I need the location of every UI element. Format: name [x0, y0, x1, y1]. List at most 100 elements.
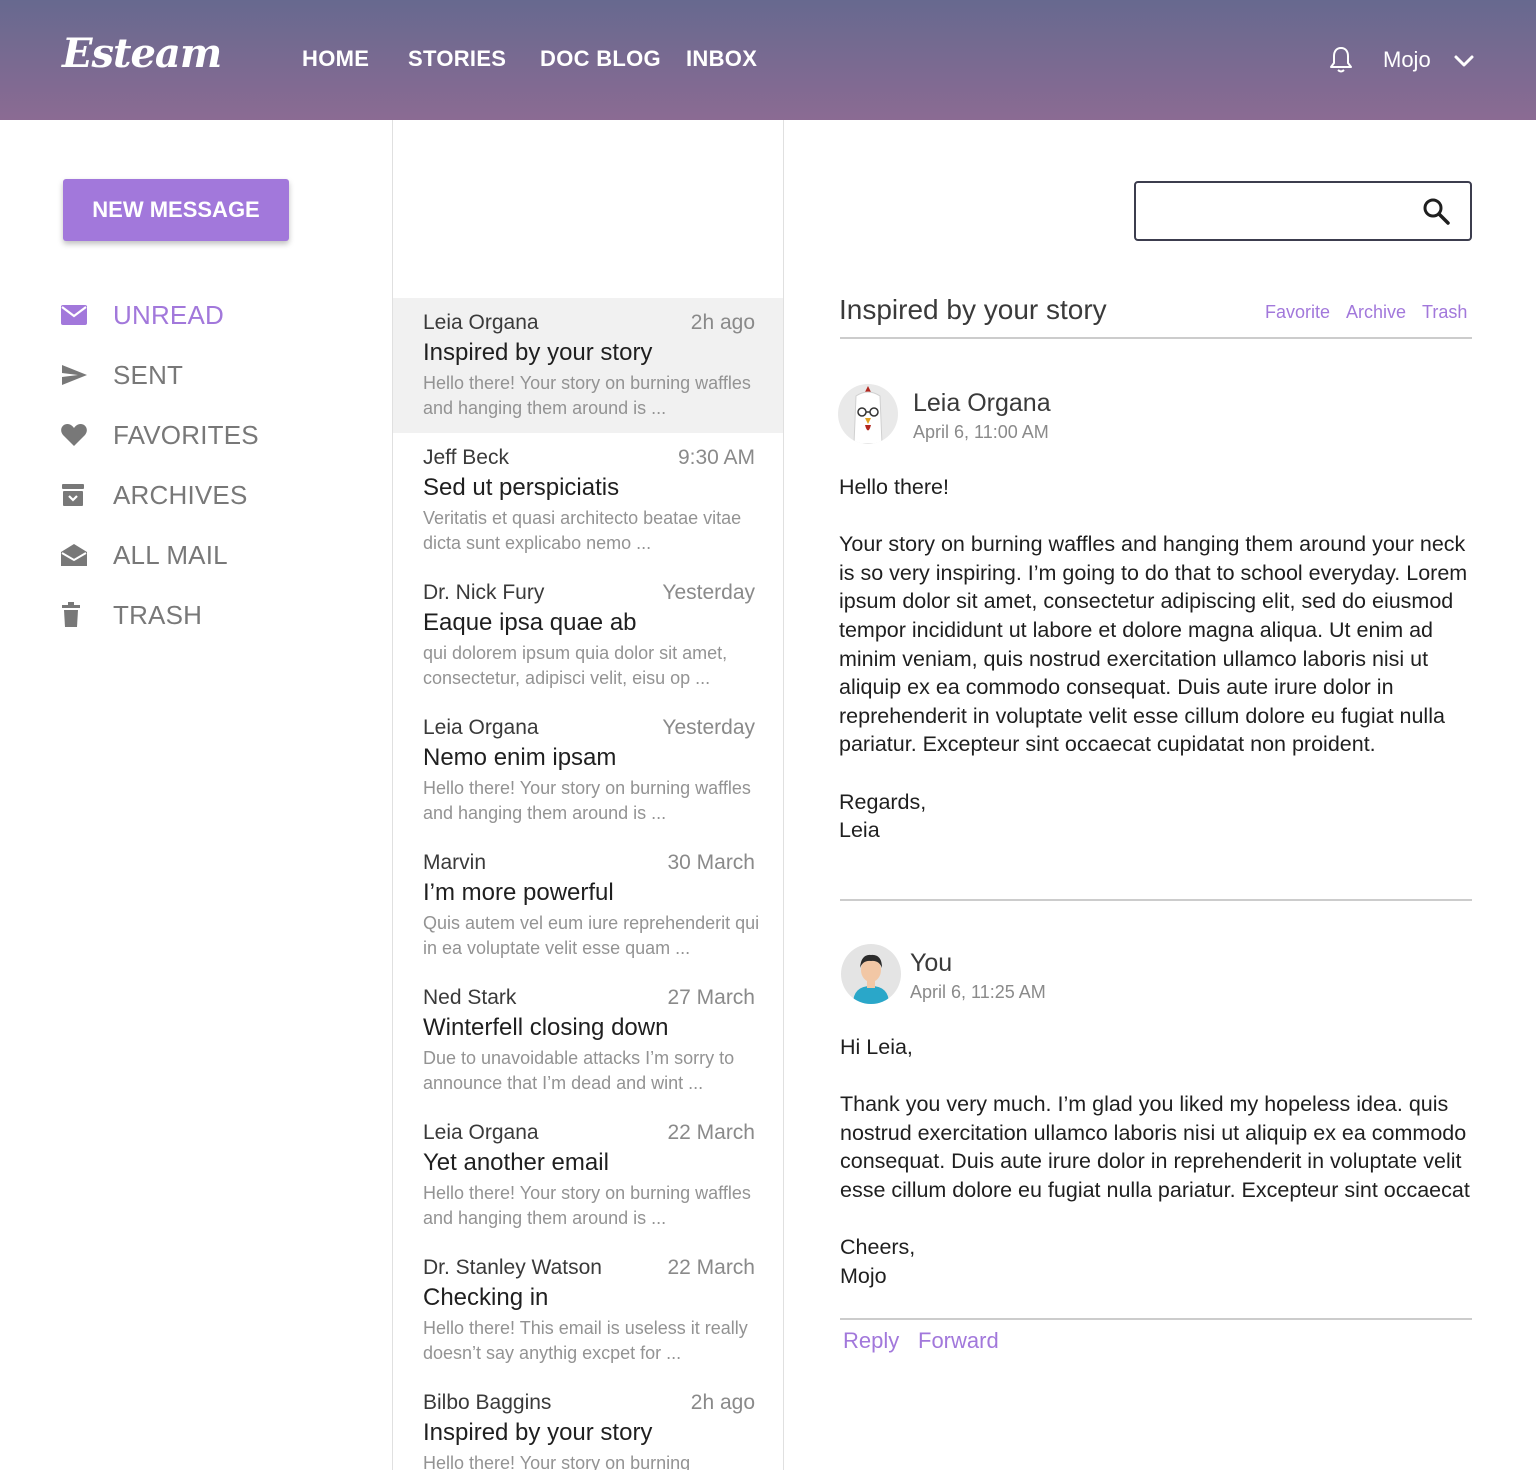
email-paragraph: Your story on burning waffles and hangin…: [839, 532, 1468, 757]
folder-sent[interactable]: SENT: [60, 355, 360, 395]
email-signoff: Regards,: [839, 789, 927, 814]
email-greeting: Hello there!: [839, 475, 949, 499]
chevron-down-icon[interactable]: [1453, 53, 1475, 69]
email-body: Hi Leia, Thank you very much. I’m glad y…: [840, 1033, 1500, 1290]
search-icon[interactable]: [1422, 197, 1450, 225]
email-sender: Leia Organa: [913, 389, 1051, 417]
message-item[interactable]: Leia Organa 2h ago Inspired by your stor…: [393, 298, 783, 433]
email-signature: Leia: [839, 818, 880, 843]
user-name[interactable]: Mojo: [1383, 47, 1431, 73]
avatar: [841, 944, 901, 1004]
folder-trash[interactable]: TRASH: [60, 595, 360, 635]
archive-icon: [60, 480, 90, 510]
open-envelope-icon: [60, 540, 90, 570]
folder-label: UNREAD: [113, 299, 224, 330]
bell-icon[interactable]: [1328, 46, 1354, 74]
email-signoff: Cheers,: [840, 1235, 916, 1260]
folder-favorites[interactable]: FAVORITES: [60, 415, 360, 455]
archive-link[interactable]: Archive: [1346, 302, 1406, 323]
folder-archives[interactable]: ARCHIVES: [60, 475, 360, 515]
folder-all-mail[interactable]: ALL MAIL: [60, 535, 360, 575]
search-box[interactable]: [1134, 181, 1472, 241]
thread-title: Inspired by your story: [839, 294, 1107, 325]
message-preview: Quis autem vel eum iure reprehenderit qu…: [423, 913, 760, 958]
message-preview: Hello there! Your story on burning waffl…: [423, 373, 751, 418]
email-date: April 6, 11:25 AM: [910, 982, 1046, 1002]
nav-home[interactable]: HOME: [302, 46, 369, 72]
heart-icon: [60, 420, 90, 450]
divider: [840, 1318, 1472, 1320]
folder-label: ALL MAIL: [113, 539, 228, 570]
message-sender: Bilbo Baggins: [423, 1391, 552, 1414]
message-time: 30 March: [667, 851, 755, 874]
folder-label: SENT: [113, 359, 184, 390]
message-subject: Checking in: [423, 1284, 549, 1311]
message-sender: Jeff Beck: [423, 446, 509, 469]
top-bar: Esteam HOME STORIES DOC BLOG INBOX Mojo: [0, 0, 1536, 120]
message-item[interactable]: Jeff Beck 9:30 AM Sed ut perspiciatis Ve…: [393, 433, 783, 568]
message-preview: Hello there! This email is useless it re…: [423, 1318, 748, 1363]
folder-unread[interactable]: UNREAD: [60, 295, 360, 335]
email-signature: Mojo: [840, 1263, 887, 1288]
trash-icon: [60, 600, 90, 630]
message-time: Yesterday: [662, 581, 755, 604]
folder-label: ARCHIVES: [113, 479, 248, 510]
trash-link[interactable]: Trash: [1422, 302, 1467, 323]
message-sender: Dr. Nick Fury: [423, 581, 545, 604]
message-time: 27 March: [667, 986, 755, 1009]
nav-stories[interactable]: STORIES: [408, 46, 506, 72]
message-sender: Dr. Stanley Watson: [423, 1256, 602, 1279]
message-subject: Yet another email: [423, 1149, 609, 1176]
user-avatar-icon: [853, 954, 889, 1004]
message-item[interactable]: Ned Stark 27 March Winterfell closing do…: [393, 973, 783, 1108]
divider: [840, 337, 1472, 339]
divider: [840, 899, 1472, 901]
nav-doc-blog[interactable]: DOC BLOG: [540, 46, 661, 72]
message-preview: Veritatis et quasi architecto beatae vit…: [423, 508, 742, 553]
new-message-button[interactable]: NEW MESSAGE: [63, 179, 289, 241]
email-body: Hello there! Your story on burning waffl…: [839, 473, 1479, 845]
message-sender: Leia Organa: [423, 716, 539, 739]
message-sender: Leia Organa: [423, 1121, 539, 1144]
email-date: April 6, 11:00 AM: [913, 422, 1049, 442]
message-subject: Inspired by your story: [423, 339, 653, 366]
email-greeting: Hi Leia,: [840, 1035, 913, 1059]
send-icon: [60, 360, 90, 390]
message-item[interactable]: Bilbo Baggins 2h ago Inspired by your st…: [393, 1378, 783, 1470]
avatar: [838, 384, 898, 444]
message-item[interactable]: Dr. Nick Fury Yesterday Eaque ipsa quae …: [393, 568, 783, 703]
message-subject: Sed ut perspiciatis: [423, 474, 620, 501]
message-preview: Hello there! Your story on burning waffl…: [423, 1183, 751, 1228]
message-item[interactable]: Marvin 30 March I’m more powerful Quis a…: [393, 838, 783, 973]
message-list: Leia Organa 2h ago Inspired by your stor…: [392, 120, 784, 1470]
message-preview: Hello there! Your story on burning: [423, 1453, 691, 1470]
message-time: 22 March: [667, 1256, 755, 1279]
message-item[interactable]: Dr. Stanley Watson 22 March Checking in …: [393, 1243, 783, 1378]
message-time: 2h ago: [690, 1391, 755, 1414]
message-subject: Eaque ipsa quae ab: [423, 609, 637, 636]
email-sender: You: [910, 949, 953, 977]
message-subject: I’m more powerful: [423, 879, 614, 906]
sidebar: NEW MESSAGE UNREAD SENT FAVORITES ARCHIV…: [0, 120, 392, 1470]
nav-inbox[interactable]: INBOX: [686, 46, 757, 72]
message-sender: Ned Stark: [423, 986, 517, 1009]
favorite-link[interactable]: Favorite: [1265, 302, 1330, 323]
search-input[interactable]: [1146, 193, 1406, 229]
message-item[interactable]: Leia Organa 22 March Yet another email H…: [393, 1108, 783, 1243]
folder-label: FAVORITES: [113, 419, 259, 450]
message-sender: Leia Organa: [423, 311, 539, 334]
reply-button[interactable]: Reply: [843, 1328, 899, 1354]
brand-logo[interactable]: Esteam: [62, 30, 222, 77]
rooster-avatar-icon: [853, 386, 883, 444]
forward-button[interactable]: Forward: [918, 1328, 999, 1354]
message-preview: Due to unavoidable attacks I’m sorry to …: [423, 1048, 735, 1093]
message-sender: Marvin: [423, 851, 487, 874]
message-time: 9:30 AM: [677, 446, 755, 469]
message-time: 22 March: [667, 1121, 755, 1144]
message-preview: qui dolorem ipsum quia dolor sit amet, c…: [423, 643, 728, 688]
message-time: 2h ago: [690, 311, 755, 334]
message-item[interactable]: Leia Organa Yesterday Nemo enim ipsam He…: [393, 703, 783, 838]
message-subject: Inspired by your story: [423, 1419, 653, 1446]
folder-label: TRASH: [113, 599, 203, 630]
envelope-icon: [60, 300, 90, 330]
